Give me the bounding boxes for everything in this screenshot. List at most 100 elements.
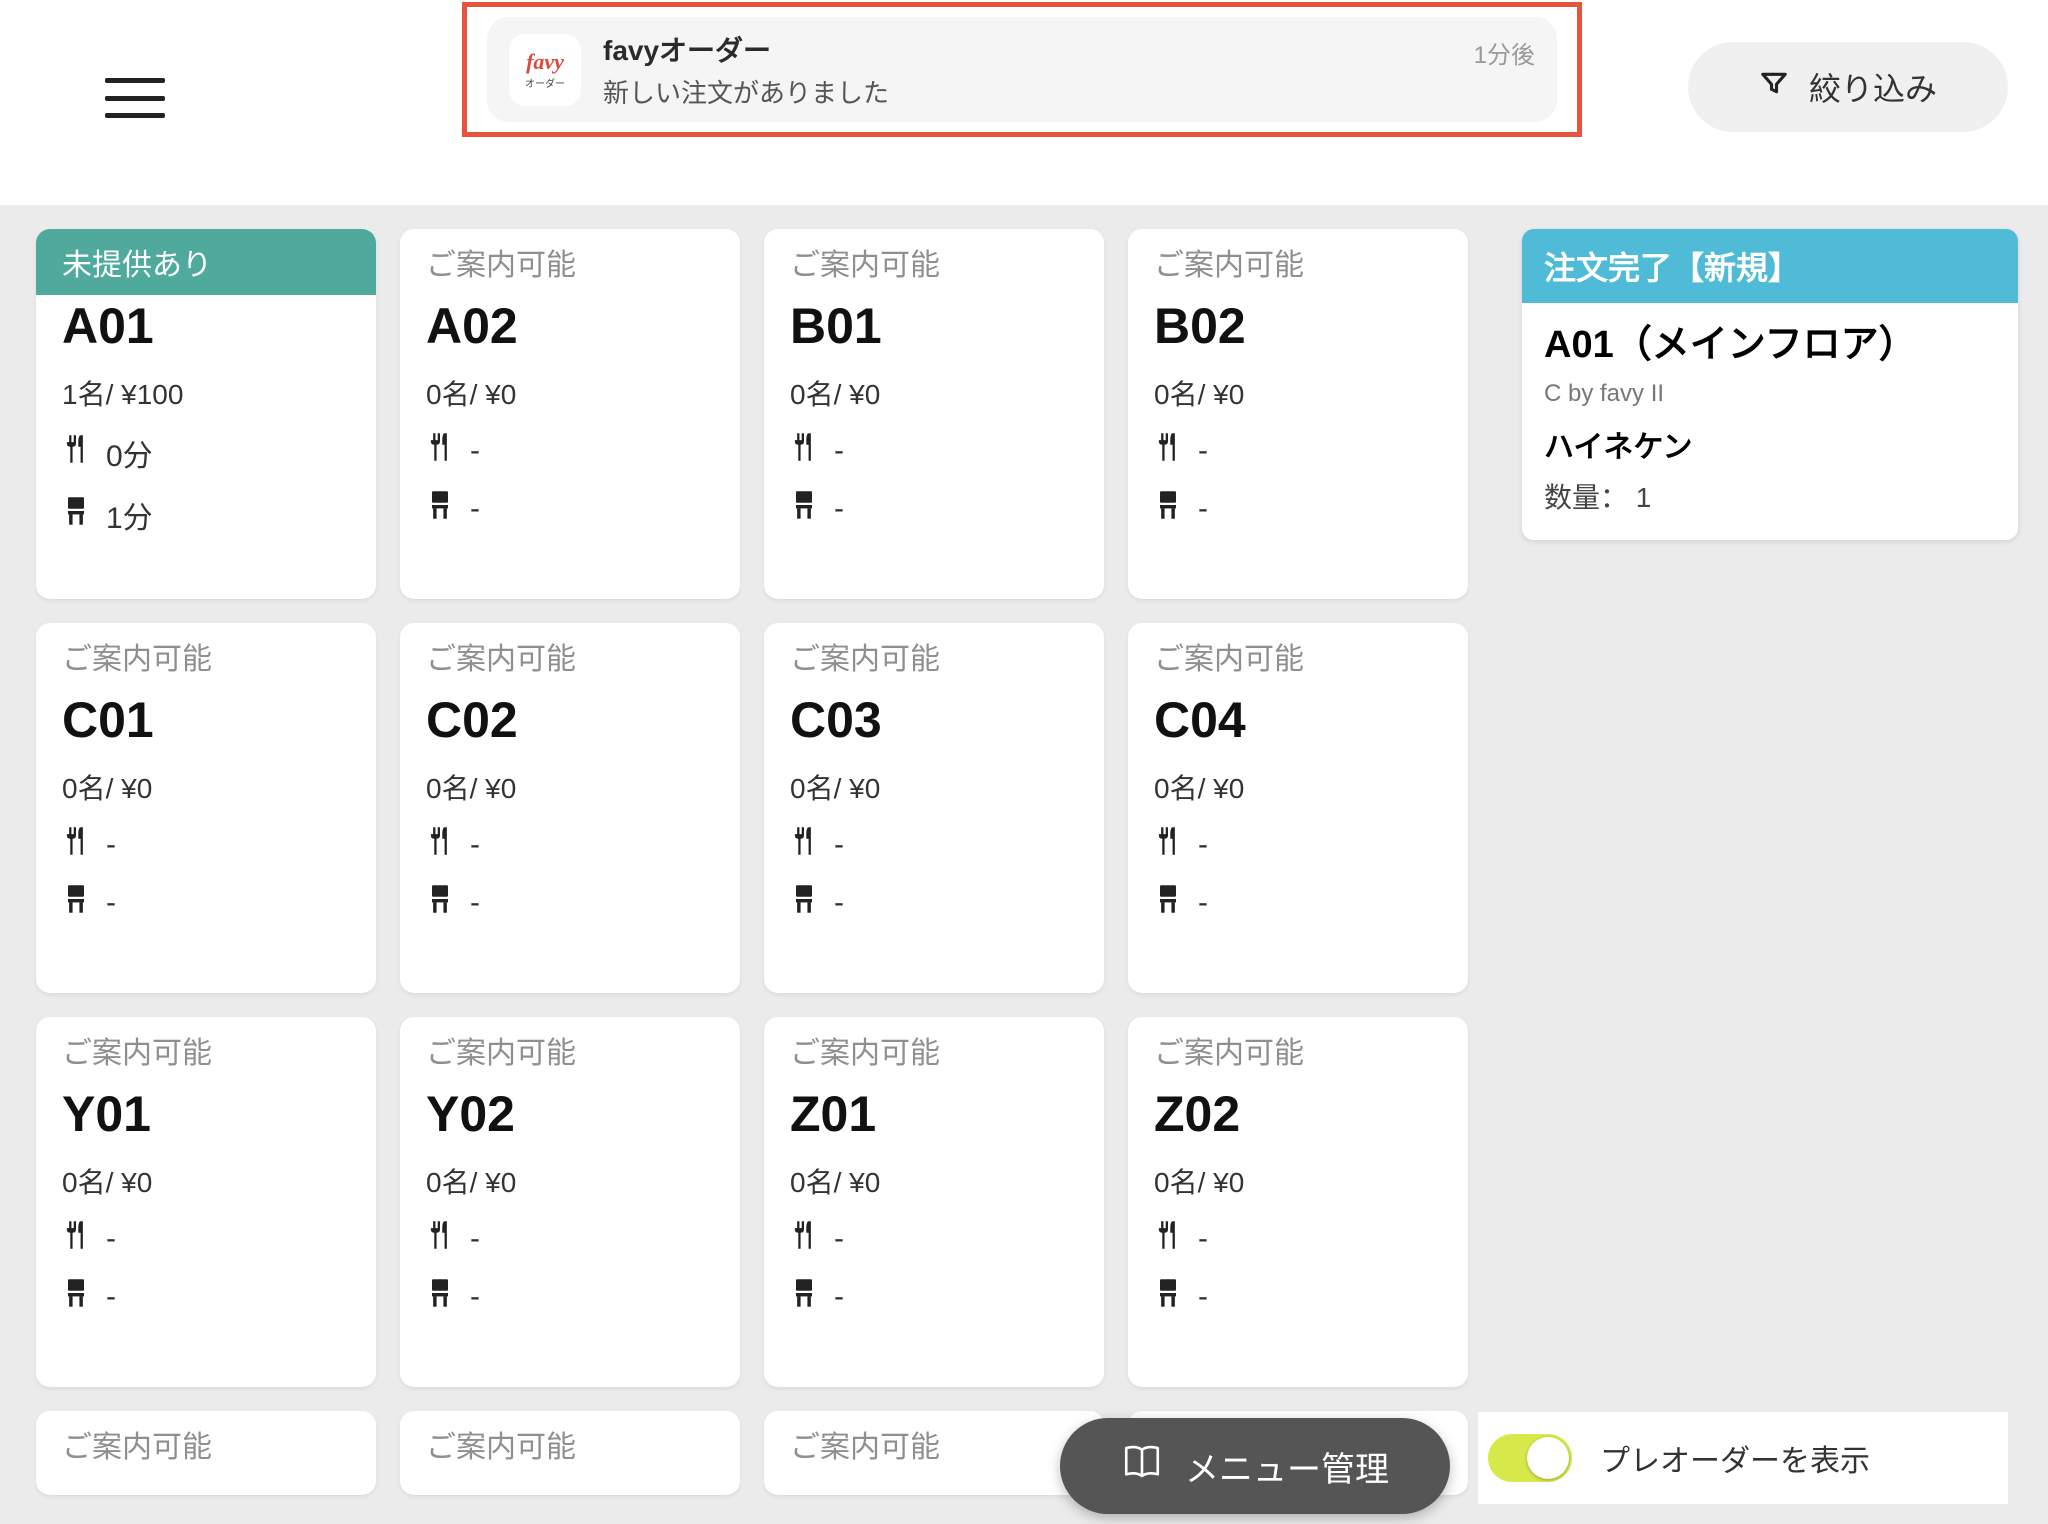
table-card[interactable]: ご案内可能Y020名/ ¥0--: [400, 1017, 740, 1387]
table-grid: 未提供ありA011名/ ¥1000分1分ご案内可能A020名/ ¥0--ご案内可…: [36, 229, 1488, 1495]
table-meal-row: -: [426, 1219, 714, 1259]
table-card[interactable]: ご案内可能C030名/ ¥0--: [764, 623, 1104, 993]
seat-icon: [790, 1277, 818, 1317]
preorder-toggle-row: プレオーダーを表示: [1478, 1412, 2008, 1504]
table-seat-row: -: [1154, 883, 1442, 923]
table-card[interactable]: ご案内可能: [36, 1411, 376, 1495]
filter-label: 絞り込み: [1809, 64, 1937, 110]
fork-knife-icon: [426, 431, 454, 471]
table-name: C02: [426, 691, 714, 749]
table-meal-time: -: [470, 1222, 480, 1256]
notification-time: 1分後: [1474, 35, 1535, 70]
table-seat-row: -: [790, 489, 1078, 529]
table-status: ご案内可能: [36, 1411, 376, 1477]
table-status: ご案内可能: [400, 1017, 740, 1083]
preorder-toggle-label: プレオーダーを表示: [1600, 1436, 1870, 1480]
fork-knife-icon: [1154, 825, 1182, 865]
table-meal-time: -: [834, 1222, 844, 1256]
seat-icon: [62, 495, 90, 535]
table-card[interactable]: ご案内可能B010名/ ¥0--: [764, 229, 1104, 599]
fork-knife-icon: [62, 433, 90, 473]
table-card[interactable]: ご案内可能B020名/ ¥0--: [1128, 229, 1468, 599]
table-name: C03: [790, 691, 1078, 749]
table-card[interactable]: ご案内可能Y010名/ ¥0--: [36, 1017, 376, 1387]
table-meal-time: -: [470, 434, 480, 468]
table-card[interactable]: ご案内可能C020名/ ¥0--: [400, 623, 740, 993]
table-meal-time: -: [470, 828, 480, 862]
table-status: ご案内可能: [1128, 623, 1468, 689]
table-status: 未提供あり: [36, 229, 376, 295]
table-status: ご案内可能: [764, 1017, 1104, 1083]
table-seat-time: 1分: [106, 493, 153, 537]
table-name: B02: [1154, 297, 1442, 355]
table-guest-amount: 0名/ ¥0: [62, 767, 350, 807]
table-name: Z01: [790, 1085, 1078, 1143]
table-card[interactable]: ご案内可能: [400, 1411, 740, 1495]
table-status: ご案内可能: [36, 623, 376, 689]
preorder-toggle[interactable]: [1488, 1434, 1572, 1482]
order-side-panel: 注文完了【新規】 A01（メインフロア） C by favy II ハイネケン …: [1512, 205, 2048, 1524]
table-status: ご案内可能: [400, 229, 740, 295]
order-quantity: 数量： 1: [1544, 476, 1996, 516]
brand-sub: オーダー: [525, 75, 565, 90]
notification-banner[interactable]: favy オーダー favyオーダー 新しい注文がありました 1分後: [462, 2, 1582, 137]
table-seat-time: -: [470, 1280, 480, 1314]
table-seat-time: -: [834, 1280, 844, 1314]
table-card-body: B010名/ ¥0--: [764, 295, 1104, 551]
table-card[interactable]: ご案内可能Z010名/ ¥0--: [764, 1017, 1104, 1387]
table-seat-row: -: [790, 883, 1078, 923]
table-meal-time: -: [1198, 1222, 1208, 1256]
table-card-body: B020名/ ¥0--: [1128, 295, 1468, 551]
order-subtitle: C by favy II: [1544, 380, 1996, 408]
table-card[interactable]: ご案内可能Z020名/ ¥0--: [1128, 1017, 1468, 1387]
menu-button[interactable]: [105, 78, 165, 118]
table-card[interactable]: ご案内可能C040名/ ¥0--: [1128, 623, 1468, 993]
menu-management-label: メニュー管理: [1185, 1442, 1389, 1491]
table-meal-row: -: [790, 825, 1078, 865]
fork-knife-icon: [1154, 1219, 1182, 1259]
menu-management-button[interactable]: メニュー管理: [1060, 1418, 1450, 1514]
table-name: C01: [62, 691, 350, 749]
table-name: Y01: [62, 1085, 350, 1143]
table-card-body: Z010名/ ¥0--: [764, 1083, 1104, 1339]
table-seat-row: -: [1154, 1277, 1442, 1317]
table-card[interactable]: ご案内可能C01 0名/ ¥0 - -: [36, 623, 376, 993]
table-seat-row: -: [62, 883, 350, 923]
table-card-body: A02 0名/ ¥0 - -: [400, 295, 740, 551]
seat-icon: [1154, 883, 1182, 923]
table-meal-row: -: [1154, 825, 1442, 865]
table-guest-amount: 0名/ ¥0: [1154, 1161, 1442, 1201]
table-seat-time: -: [1198, 1280, 1208, 1314]
table-meal-row: -: [790, 1219, 1078, 1259]
order-card[interactable]: 注文完了【新規】 A01（メインフロア） C by favy II ハイネケン …: [1522, 229, 2018, 540]
table-seat-time: -: [470, 492, 480, 526]
fork-knife-icon: [790, 1219, 818, 1259]
table-guest-amount: 0名/ ¥0: [62, 1161, 350, 1201]
table-status: ご案内可能: [764, 229, 1104, 295]
table-card-body: C030名/ ¥0--: [764, 689, 1104, 945]
fork-knife-icon: [426, 1219, 454, 1259]
table-guest-amount: 0名/ ¥0: [426, 373, 714, 413]
seat-icon: [62, 883, 90, 923]
table-name: A02: [426, 297, 714, 355]
table-card-body: Y010名/ ¥0--: [36, 1083, 376, 1339]
book-icon: [1121, 1444, 1163, 1489]
filter-button[interactable]: 絞り込み: [1688, 42, 2008, 132]
table-meal-time: -: [106, 828, 116, 862]
fork-knife-icon: [62, 825, 90, 865]
table-card[interactable]: ご案内可能: [764, 1411, 1104, 1495]
seat-icon: [790, 883, 818, 923]
table-guest-amount: 1名/ ¥100: [62, 373, 350, 413]
table-card[interactable]: 未提供ありA011名/ ¥1000分1分: [36, 229, 376, 599]
table-guest-amount: 0名/ ¥0: [790, 373, 1078, 413]
seat-icon: [1154, 489, 1182, 529]
table-name: Y02: [426, 1085, 714, 1143]
fork-knife-icon: [1154, 431, 1182, 471]
table-meal-row: -: [62, 825, 350, 865]
table-status: ご案内可能: [764, 1411, 1104, 1477]
table-seat-time: -: [834, 492, 844, 526]
table-card[interactable]: ご案内可能A02 0名/ ¥0 - -: [400, 229, 740, 599]
table-seat-row: -: [1154, 489, 1442, 529]
table-meal-row: -: [426, 431, 714, 471]
order-table-title: A01（メインフロア）: [1544, 319, 1996, 372]
